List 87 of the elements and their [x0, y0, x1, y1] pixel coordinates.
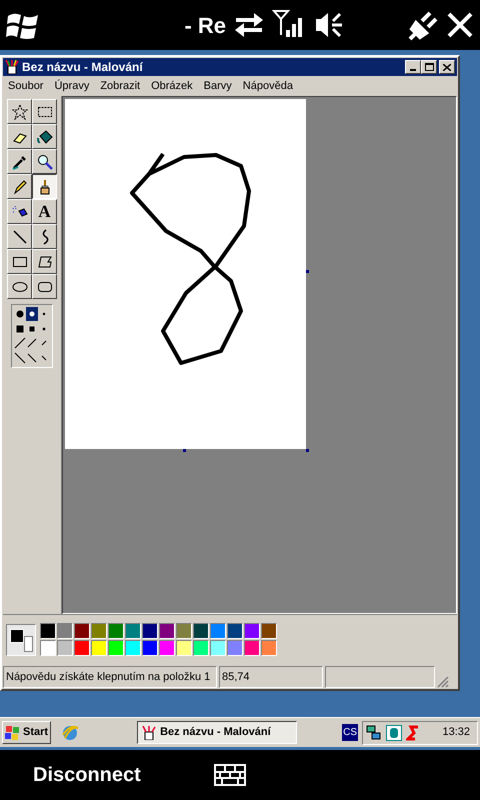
color-swatch[interactable]	[40, 623, 56, 639]
tray-badge[interactable]: CS	[342, 724, 358, 741]
color-swatch[interactable]	[74, 623, 90, 639]
disconnect-softkey[interactable]: Disconnect	[33, 760, 141, 790]
color-swatch[interactable]	[108, 640, 124, 656]
window-title: - Re	[184, 12, 226, 40]
windows-flag-icon	[5, 726, 21, 740]
window-title: Bez názvu - Malování	[22, 59, 144, 76]
color-swatch[interactable]	[142, 640, 158, 656]
fill-icon	[36, 128, 52, 144]
dot-icon	[14, 308, 26, 320]
color-swatch[interactable]	[57, 640, 73, 656]
tool-button[interactable]: A	[32, 199, 57, 224]
resize-handle[interactable]	[306, 449, 309, 452]
color-swatch[interactable]	[159, 623, 175, 639]
color-swatch[interactable]	[176, 640, 192, 656]
airbrush-icon	[12, 204, 28, 220]
menu-item[interactable]: Zobrazit	[100, 78, 140, 94]
brush-shape-option[interactable]	[14, 350, 26, 364]
color-swatch[interactable]	[261, 623, 277, 639]
color-swatch[interactable]	[142, 623, 158, 639]
brush-shape-option[interactable]	[26, 307, 38, 321]
magnifier-icon	[36, 154, 52, 170]
polygon-icon	[36, 254, 52, 270]
menu-item[interactable]: Obrázek	[151, 78, 193, 94]
color-swatch[interactable]	[244, 640, 260, 656]
minimize-button[interactable]	[405, 60, 421, 74]
paint-app-icon	[142, 726, 156, 740]
brush-shape-option[interactable]	[26, 350, 38, 364]
maximize-button[interactable]	[421, 60, 437, 74]
brush-shape-option[interactable]	[26, 336, 38, 350]
color-swatch[interactable]	[244, 623, 260, 639]
plug-icon[interactable]	[406, 9, 440, 41]
cursor-coordinates: 85,74	[219, 666, 323, 688]
menu-item[interactable]: Barvy	[204, 78, 232, 94]
drawing-canvas[interactable]	[65, 99, 306, 449]
picker-icon	[12, 154, 28, 170]
diagonal-line-icon	[14, 337, 26, 349]
pencil-icon	[12, 178, 28, 194]
network-computers-icon[interactable]	[366, 724, 382, 740]
start-button[interactable]: Start	[2, 721, 52, 744]
brush-shape-option[interactable]	[14, 336, 26, 350]
color-swatch[interactable]	[210, 640, 226, 656]
diagonal-line-icon	[26, 352, 38, 364]
maximize-icon	[424, 63, 434, 71]
color-swatch[interactable]	[159, 640, 175, 656]
color-swatch[interactable]	[74, 640, 90, 656]
color-swatch[interactable]	[125, 640, 141, 656]
resize-handle[interactable]	[306, 270, 309, 273]
close-icon[interactable]	[446, 11, 474, 39]
square-icon	[14, 322, 26, 334]
color-swatch[interactable]	[91, 640, 107, 656]
color-swatch[interactable]	[261, 640, 277, 656]
menu-item[interactable]: Nápověda	[242, 78, 293, 94]
resize-grip-icon[interactable]	[437, 676, 449, 688]
clock: 13:32	[442, 725, 471, 740]
foreground-color-swatch[interactable]	[10, 628, 24, 642]
status-text: Nápovědu získáte klepnutím na položku 1	[3, 666, 217, 688]
speaker-muted-icon[interactable]	[314, 10, 344, 40]
color-swatch[interactable]	[108, 623, 124, 639]
color-swatch[interactable]	[125, 623, 141, 639]
close-button[interactable]	[439, 60, 455, 74]
color-swatch[interactable]	[193, 623, 209, 639]
taskbar-button[interactable]: Bez názvu - Malování	[137, 721, 298, 744]
color-swatch[interactable]	[227, 623, 243, 639]
s-logo-icon[interactable]	[406, 724, 420, 740]
color-swatch[interactable]	[210, 623, 226, 639]
keyboard-icon[interactable]	[214, 764, 246, 786]
background-color-swatch[interactable]	[24, 636, 33, 652]
close-icon	[443, 64, 451, 70]
color-swatch[interactable]	[40, 640, 56, 656]
line-icon	[12, 228, 28, 244]
tray-app-icon[interactable]	[386, 724, 402, 740]
color-swatch[interactable]	[193, 640, 209, 656]
diagonal-line-icon	[14, 352, 26, 364]
menu-item[interactable]: Úpravy	[54, 78, 90, 94]
color-swatch[interactable]	[91, 623, 107, 639]
color-swatch[interactable]	[227, 640, 243, 656]
diagonal-line-icon	[26, 337, 38, 349]
color-swatch[interactable]	[176, 623, 192, 639]
tool-button[interactable]	[32, 174, 57, 199]
resize-handle[interactable]	[183, 449, 186, 452]
menu-item[interactable]: Soubor	[8, 78, 44, 94]
paint-app-icon	[5, 60, 19, 74]
free-select-icon	[12, 104, 28, 120]
minimize-icon	[410, 69, 416, 71]
color-swatch[interactable]	[57, 623, 73, 639]
